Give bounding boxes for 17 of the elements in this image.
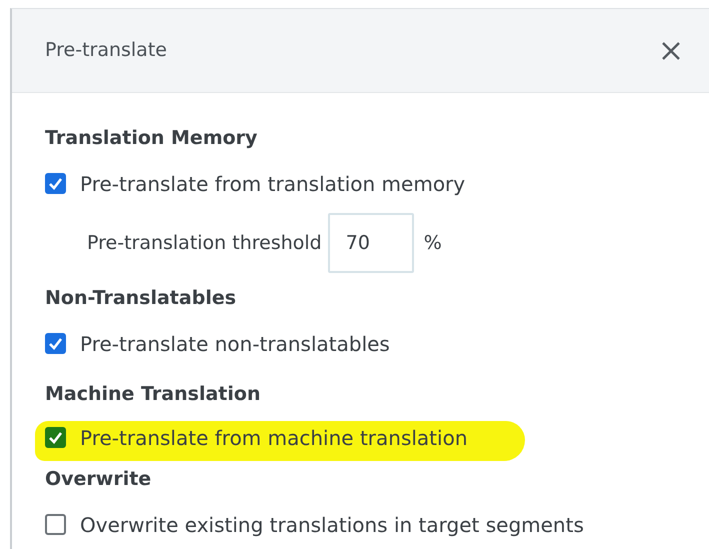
checkbox[interactable] bbox=[45, 514, 66, 535]
section-heading: Translation Memory bbox=[45, 126, 258, 151]
section-heading: Non-Translatables bbox=[45, 286, 238, 311]
field-label: Pre-translation threshold bbox=[87, 230, 322, 256]
unit-label: % bbox=[424, 230, 442, 256]
close-icon bbox=[661, 40, 681, 60]
threshold-field[interactable]: 70 bbox=[328, 213, 414, 273]
section-heading: Overwrite bbox=[45, 467, 152, 492]
checkbox-label: Pre-translate from translation memory bbox=[80, 171, 466, 198]
checkbox[interactable] bbox=[45, 427, 66, 448]
dialog-title: Pre-translate bbox=[45, 38, 167, 64]
checkbox-label: Overwrite existing translations in target segments bbox=[80, 512, 584, 539]
checkbox[interactable] bbox=[45, 173, 66, 194]
checkbox-label: Pre-translate non-translatables bbox=[80, 331, 390, 358]
section-heading: Machine Translation bbox=[45, 382, 262, 407]
checkbox-label: Pre-translate from machine translation bbox=[80, 425, 468, 452]
checkbox[interactable] bbox=[45, 333, 66, 354]
